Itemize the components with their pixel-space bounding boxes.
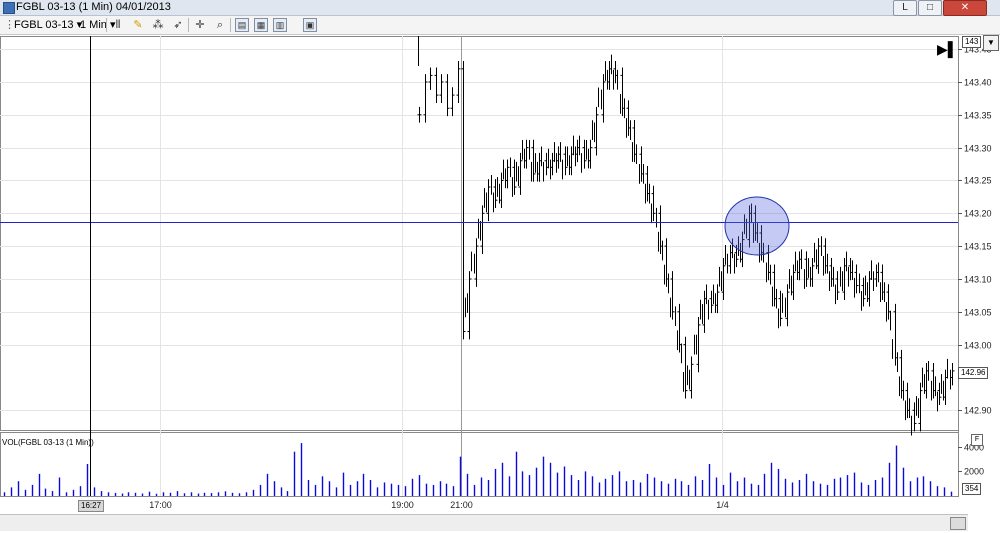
pointer-icon[interactable]: ➶ [171, 18, 185, 32]
scrollbar-thumb[interactable] [950, 517, 966, 530]
data-box-icon[interactable]: ▦ [254, 18, 268, 32]
price-tick-label: 143.10 [964, 275, 992, 285]
properties-icon[interactable]: ▤ [235, 18, 249, 32]
interval-label: 1 Min [80, 19, 107, 31]
toolbar-separator [106, 18, 107, 32]
chart-area[interactable]: 143.45143.40143.35143.30143.25143.20143.… [0, 35, 1000, 533]
volume-panel-label: VOL(FGBL 03-13 (1 Min)) [2, 438, 94, 447]
crosshair-icon[interactable]: ✛ [193, 18, 207, 32]
time-tick-label: 1/4 [716, 500, 729, 510]
price-tick-label: 143.25 [964, 176, 992, 186]
time-tick-label: 17:00 [149, 500, 172, 510]
price-axis-top-box: 143 [962, 36, 982, 48]
highlight-circle [724, 196, 790, 256]
price-tick-label: 142.90 [964, 406, 992, 416]
pencil-icon[interactable]: ✎ [131, 18, 145, 32]
price-tick-label: 143.30 [964, 144, 992, 154]
instrument-selector[interactable]: FGBL 03-13 ▾ [14, 17, 82, 33]
time-tick-label: 21:00 [450, 500, 473, 510]
price-tick-label: 143.35 [964, 111, 992, 121]
toolbar-separator [230, 18, 231, 32]
volume-panel-frame [0, 432, 959, 497]
chart-grid [0, 36, 959, 497]
instrument-label: FGBL 03-13 [14, 19, 74, 31]
app-icon [3, 2, 15, 14]
window-title: FGBL 03-13 (1 Min) 04/01/2013 [16, 1, 171, 13]
price-tick-label: 143.20 [964, 209, 992, 219]
zoom-icon[interactable]: ⌕ [213, 18, 227, 32]
panel-icon[interactable]: ▣ [303, 18, 317, 32]
price-tick-label: 143.40 [964, 78, 992, 88]
price-tick-label: 143.05 [964, 308, 992, 318]
magic-wand-icon[interactable]: ⁂ [151, 18, 165, 32]
price-tick-label: 143.00 [964, 341, 992, 351]
price-bars [0, 36, 958, 496]
bars-icon[interactable]: ⫴ [111, 18, 125, 32]
price-tick-label: 143.15 [964, 242, 992, 252]
close-button[interactable]: ✕ [943, 0, 987, 16]
volume-bars [3, 443, 953, 496]
window-title-bar: FGBL 03-13 (1 Min) 04/01/2013 L □ ✕ [0, 0, 1000, 16]
cursor-time-box: 16:27 [78, 500, 105, 512]
volume-f-button[interactable]: F [971, 434, 983, 446]
horizontal-scrollbar[interactable] [0, 514, 968, 531]
chart-menu-dropdown[interactable]: ▼ [983, 35, 999, 51]
price-panel-frame [0, 36, 959, 431]
toolbar-grip-icon: ⋮ [4, 19, 15, 31]
time-tick-label: 19:00 [391, 500, 414, 510]
scroll-to-end-icon[interactable]: ▶▌ [937, 42, 958, 56]
volume-tick-label: 2000 [964, 467, 984, 477]
chart-toolbar: ⋮ FGBL 03-13 ▾ 1 Min ▾ ⫴ ✎ ⁂ ➶ ✛ ⌕ ▤ ▦ ▥… [0, 16, 1000, 35]
current-price-box: 142.96 [958, 367, 989, 379]
restore-button[interactable]: □ [918, 0, 942, 16]
grid-icon[interactable]: ▥ [273, 18, 287, 32]
current-volume-box: 354 [962, 483, 982, 495]
toolbar-separator [188, 18, 189, 32]
minimize-button[interactable]: L [893, 0, 917, 16]
